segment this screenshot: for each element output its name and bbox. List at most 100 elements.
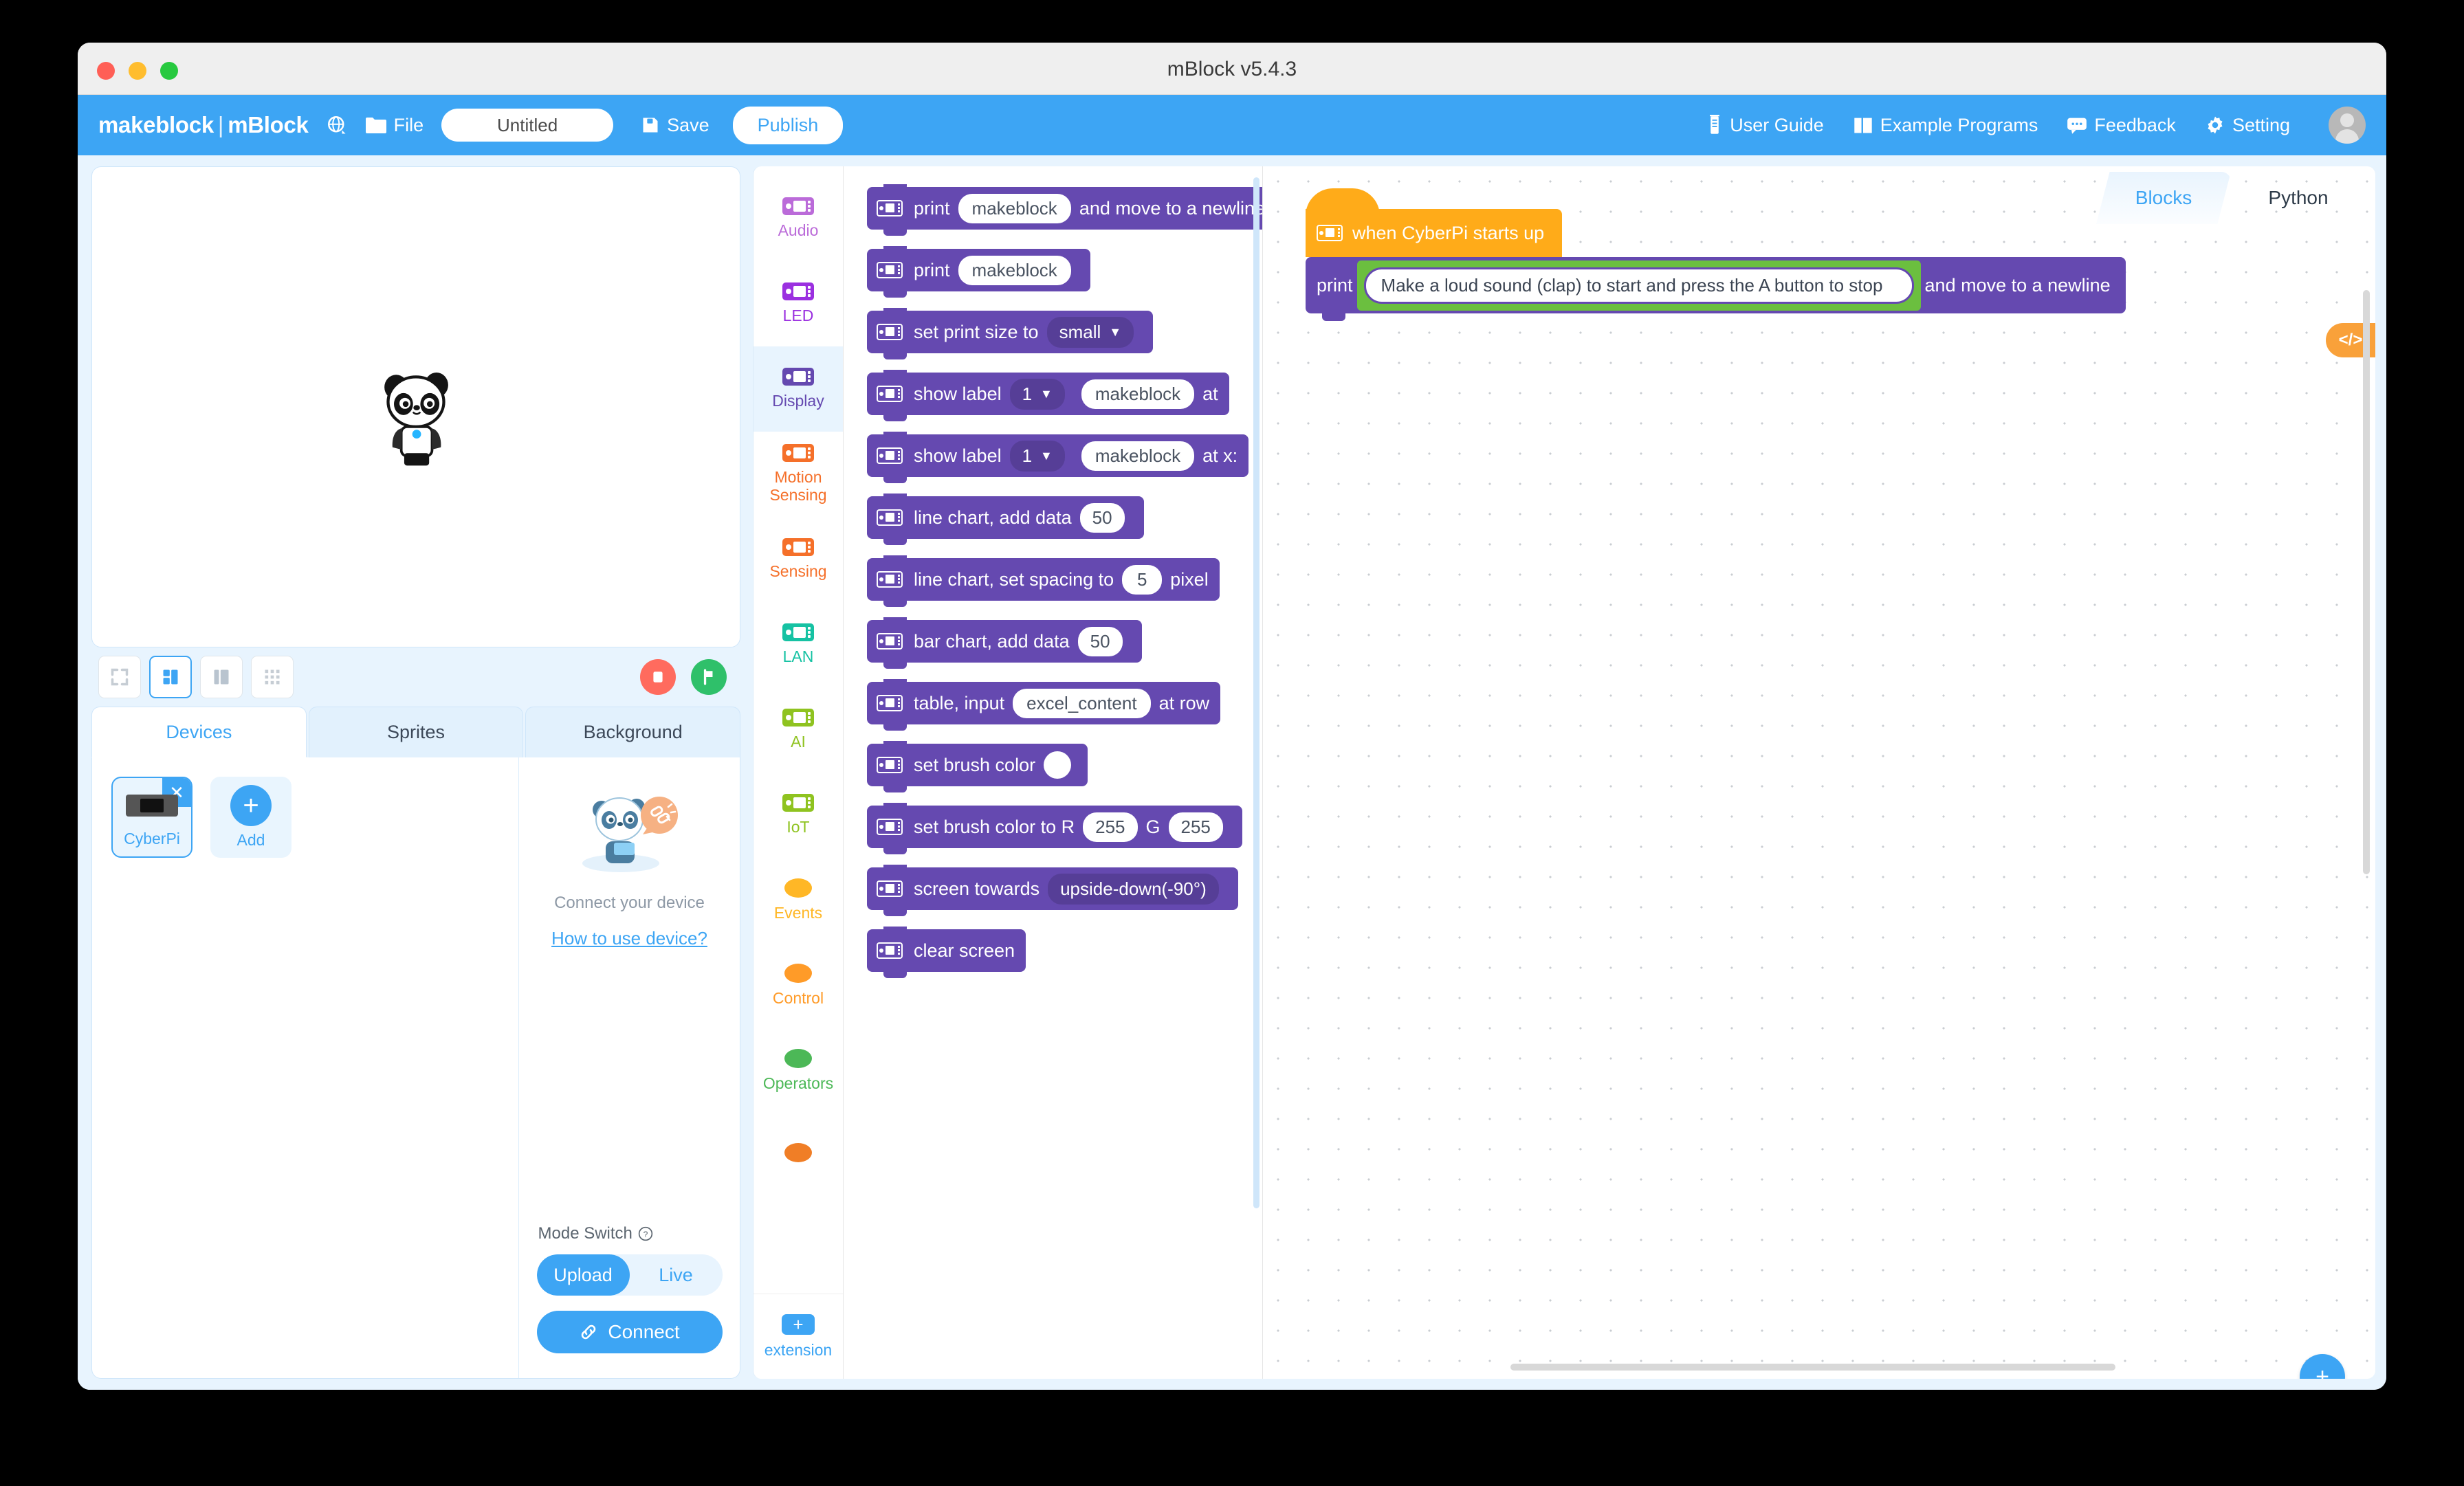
block-line-chart-set-spacing[interactable]: line chart, set spacing to 5 pixel	[867, 555, 1220, 607]
script-canvas[interactable]: Blocks Python when CyberPi starts up pri…	[1263, 166, 2375, 1379]
main-body: Devices Sprites Background ✕ CyberPi + A…	[78, 155, 2386, 1390]
category-lan[interactable]: LAN	[754, 602, 843, 687]
save-button[interactable]: Save	[641, 115, 710, 136]
block-line-chart-add-data[interactable]: line chart, add data 50	[867, 494, 1144, 545]
script-stack[interactable]: when CyberPi starts up print and move to…	[1306, 188, 2126, 321]
chevron-down-icon: ▼	[1040, 386, 1053, 401]
tab-sprites[interactable]: Sprites	[308, 707, 524, 757]
dropdown-value: 1	[1022, 383, 1033, 404]
help-icon[interactable]: ?	[638, 1226, 653, 1241]
mode-option-live[interactable]: Live	[630, 1254, 723, 1296]
block-label: set brush color to R	[914, 816, 1075, 837]
mode-switch-label: Mode Switch ?	[537, 1224, 723, 1243]
block-text-input[interactable]	[1363, 267, 1914, 304]
mode-switch-toggle[interactable]: Upload Live	[536, 1254, 723, 1296]
block-show-label-xy[interactable]: show label 1 ▼ makeblock at x:	[867, 432, 1249, 483]
language-button[interactable]	[327, 115, 347, 135]
block-dropdown[interactable]: 1 ▼	[1009, 378, 1065, 410]
block-label: set brush color	[914, 754, 1036, 775]
block-set-brush-color[interactable]: set brush color	[867, 741, 1088, 792]
block-screen-towards[interactable]: screen towards upside-down(-90°)	[867, 865, 1238, 916]
block-text-input[interactable]: excel_content	[1013, 688, 1151, 718]
device-card-cyberpi[interactable]: ✕ CyberPi	[111, 777, 192, 858]
mode-option-upload[interactable]: Upload	[536, 1254, 630, 1296]
color-swatch[interactable]	[1044, 751, 1072, 779]
block-text-input[interactable]: makeblock	[1081, 379, 1195, 409]
canvas-horizontal-scrollbar[interactable]	[1510, 1364, 2115, 1371]
block-number-input-r[interactable]: 255	[1083, 812, 1138, 842]
block-show-label-at[interactable]: show label 1 ▼ makeblock at	[867, 370, 1229, 421]
block-number-input[interactable]: 50	[1077, 626, 1123, 656]
small-stage-view-button[interactable]	[149, 656, 192, 698]
stop-button[interactable]	[640, 659, 676, 695]
canvas-vertical-scrollbar[interactable]	[2363, 290, 2370, 874]
block-label: screen towards	[914, 878, 1040, 899]
block-label-post: at row	[1158, 692, 1210, 713]
window-titlebar: mBlock v5.4.3	[78, 43, 2386, 95]
category-variables[interactable]	[754, 1113, 843, 1199]
block-dropdown[interactable]: 1 ▼	[1009, 440, 1065, 472]
panel-content: ✕ CyberPi + Add Connect your device How …	[91, 757, 740, 1379]
category-motion-sensing[interactable]: Motion Sensing	[754, 432, 843, 517]
how-to-use-device-link[interactable]: How to use device?	[551, 928, 707, 949]
category-label: IoT	[786, 818, 810, 836]
block-bar-chart-add-data[interactable]: bar chart, add data 50	[867, 617, 1142, 669]
project-name-input[interactable]	[441, 109, 614, 142]
tab-python[interactable]: Python	[2231, 172, 2366, 224]
block-clear-screen[interactable]: clear screen	[867, 927, 1026, 978]
block-label-post: and move to a newline	[1079, 197, 1263, 219]
block-dropdown[interactable]: small ▼	[1046, 316, 1134, 348]
add-device-button[interactable]: + Add	[210, 777, 292, 858]
publish-button[interactable]: Publish	[732, 106, 844, 144]
block-text-input[interactable]: makeblock	[1081, 441, 1195, 471]
green-flag-button[interactable]	[691, 659, 727, 695]
large-stage-view-button[interactable]	[200, 656, 243, 698]
feedback-button[interactable]: Feedback	[2067, 115, 2176, 136]
block-number-input[interactable]: 50	[1079, 502, 1125, 533]
fullscreen-view-button[interactable]	[98, 656, 141, 698]
block-palette[interactable]: print makeblock and move to a newline pr…	[844, 166, 1263, 1379]
panda-sprite[interactable]	[371, 366, 461, 466]
grid-view-button[interactable]	[251, 656, 294, 698]
block-print[interactable]: print makeblock	[867, 246, 1090, 298]
category-label: Control	[772, 989, 824, 1008]
block-text-input[interactable]: makeblock	[958, 255, 1071, 285]
category-led[interactable]: LED	[754, 261, 843, 346]
category-audio[interactable]: Audio	[754, 176, 843, 261]
block-set-print-size[interactable]: set print size to small ▼	[867, 308, 1154, 359]
user-guide-button[interactable]: User Guide	[1706, 115, 1824, 136]
block-dropdown[interactable]: upside-down(-90°)	[1048, 873, 1219, 905]
block-set-brush-color-rgb[interactable]: set brush color to R 255 G 255	[867, 803, 1242, 854]
tab-background[interactable]: Background	[525, 707, 741, 757]
file-menu-button[interactable]: File	[365, 115, 424, 136]
setting-button[interactable]: Setting	[2205, 115, 2290, 136]
category-control[interactable]: Control	[754, 943, 843, 1028]
chat-icon	[2067, 116, 2087, 134]
category-ai[interactable]: AI	[754, 687, 843, 773]
stage[interactable]	[91, 166, 740, 647]
category-sensing[interactable]: Sensing	[754, 517, 843, 602]
block-table-input[interactable]: table, input excel_content at row	[867, 679, 1221, 731]
category-operators[interactable]: Operators	[754, 1028, 843, 1113]
add-extension-button[interactable]: + extension	[754, 1294, 843, 1379]
avatar[interactable]	[2329, 107, 2366, 144]
block-text-input[interactable]: makeblock	[958, 193, 1071, 223]
cyberpi-icon	[1317, 225, 1343, 241]
cyberpi-icon	[877, 942, 903, 959]
palette-scrollbar[interactable]	[1253, 177, 1260, 1208]
block-number-input-g[interactable]: 255	[1168, 812, 1223, 842]
block-when-cyberpi-starts-up[interactable]: when CyberPi starts up	[1306, 188, 1563, 264]
connect-button[interactable]: Connect	[536, 1311, 723, 1353]
cyberpi-icon	[877, 571, 903, 588]
block-print-and-newline[interactable]: print and move to a newline	[1306, 257, 2126, 321]
category-events[interactable]: Events	[754, 858, 843, 943]
tab-devices[interactable]: Devices	[91, 707, 307, 757]
block-number-input[interactable]: 5	[1122, 564, 1163, 595]
example-programs-button[interactable]: Example Programs	[1853, 115, 2038, 136]
block-print-newline[interactable]: print makeblock and move to a newline	[867, 184, 1263, 236]
tab-blocks[interactable]: Blocks	[2096, 172, 2231, 224]
block-label: clear screen	[914, 940, 1015, 961]
category-iot[interactable]: IoT	[754, 773, 843, 858]
window-title: mBlock v5.4.3	[1167, 58, 1297, 80]
category-display[interactable]: Display	[754, 346, 843, 432]
